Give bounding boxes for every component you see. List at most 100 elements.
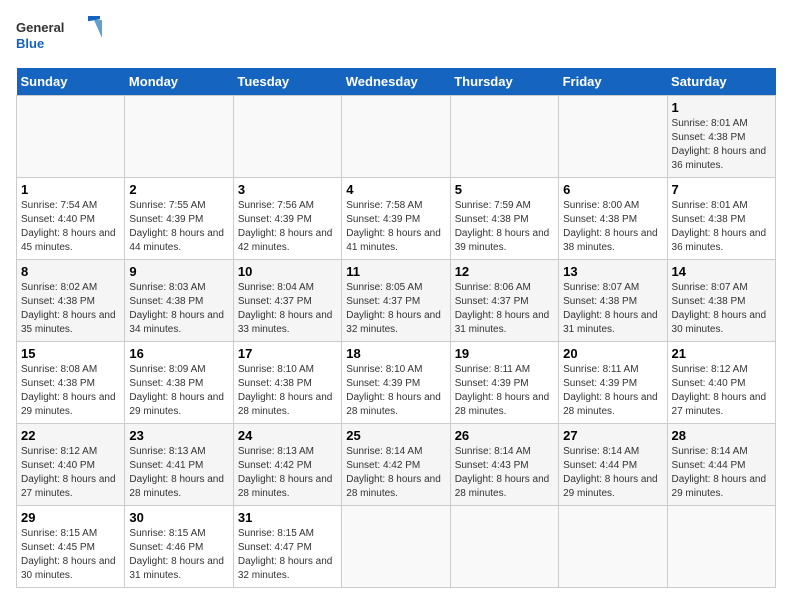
svg-text:Blue: Blue [16, 36, 44, 51]
calendar-cell [559, 96, 667, 178]
page-header: General Blue [16, 16, 776, 56]
calendar-cell: 14 Sunrise: 8:07 AMSunset: 4:38 PMDayligh… [667, 260, 775, 342]
calendar-cell: 15 Sunrise: 8:08 AMSunset: 4:38 PMDayligh… [17, 342, 125, 424]
day-header-friday: Friday [559, 68, 667, 96]
day-info: Sunrise: 8:00 AMSunset: 4:38 PMDaylight:… [563, 199, 662, 255]
calendar-cell: 16Sunrise: 8:09 AMSunset: 4:38 PMDayligh… [125, 342, 233, 424]
day-info: Sunrise: 8:09 AMSunset: 4:38 PMDaylight:… [129, 363, 228, 419]
calendar-cell: 12Sunrise: 8:06 AMSunset: 4:37 PMDayligh… [450, 260, 558, 342]
day-info: Sunrise: 8:08 AMSunset: 4:38 PMDaylight:… [21, 363, 120, 419]
calendar-cell: 29 Sunrise: 8:15 AMSunset: 4:45 PMDayligh… [17, 506, 125, 588]
calendar-cell: 18 Sunrise: 8:10 AMSunset: 4:39 PMDayligh… [342, 342, 450, 424]
day-number: 15 [21, 346, 120, 361]
calendar-cell: 20 Sunrise: 8:11 AMSunset: 4:39 PMDayligh… [559, 342, 667, 424]
day-number: 3 [238, 182, 337, 197]
day-info: Sunrise: 8:05 AMSunset: 4:37 PMDaylight:… [346, 281, 445, 337]
day-info: Sunrise: 8:01 AMSunset: 4:38 PMDaylight:… [672, 199, 771, 255]
day-number: 23 [129, 428, 228, 443]
day-number: 6 [563, 182, 662, 197]
day-number: 14 [672, 264, 771, 279]
calendar-cell: 11Sunrise: 8:05 AMSunset: 4:37 PMDayligh… [342, 260, 450, 342]
day-info: Sunrise: 8:06 AMSunset: 4:37 PMDaylight:… [455, 281, 554, 337]
day-info: Sunrise: 7:56 AMSunset: 4:39 PMDaylight:… [238, 199, 337, 255]
day-header-thursday: Thursday [450, 68, 558, 96]
day-info: Sunrise: 8:10 AMSunset: 4:39 PMDaylight:… [346, 363, 445, 419]
day-header-saturday: Saturday [667, 68, 775, 96]
day-info: Sunrise: 7:55 AMSunset: 4:39 PMDaylight:… [129, 199, 228, 255]
day-info: Sunrise: 8:04 AMSunset: 4:37 PMDaylight:… [238, 281, 337, 337]
days-header-row: SundayMondayTuesdayWednesdayThursdayFrid… [17, 68, 776, 96]
calendar-cell: 23 Sunrise: 8:13 AMSunset: 4:41 PMDayligh… [125, 424, 233, 506]
day-info: Sunrise: 8:07 AMSunset: 4:38 PMDaylight:… [672, 281, 771, 337]
calendar-cell [125, 96, 233, 178]
calendar-cell [667, 506, 775, 588]
day-number: 9 [129, 264, 228, 279]
day-number: 29 [21, 510, 120, 525]
calendar-cell: 28 Sunrise: 8:14 AMSunset: 4:44 PMDayligh… [667, 424, 775, 506]
logo-icon: General Blue [16, 16, 106, 56]
day-number: 31 [238, 510, 337, 525]
day-info: Sunrise: 8:14 AMSunset: 4:42 PMDaylight:… [346, 445, 445, 501]
day-info: Sunrise: 8:14 AMSunset: 4:44 PMDaylight:… [563, 445, 662, 501]
day-header-sunday: Sunday [17, 68, 125, 96]
day-number: 18 [346, 346, 445, 361]
day-number: 27 [563, 428, 662, 443]
calendar-cell: 3 Sunrise: 7:56 AMSunset: 4:39 PMDaylight… [233, 178, 341, 260]
day-number: 28 [672, 428, 771, 443]
day-header-tuesday: Tuesday [233, 68, 341, 96]
day-header-monday: Monday [125, 68, 233, 96]
day-info: Sunrise: 8:01 AMSunset: 4:38 PMDaylight:… [672, 117, 771, 173]
calendar-cell: 24Sunrise: 8:13 AMSunset: 4:42 PMDayligh… [233, 424, 341, 506]
calendar-cell: 27 Sunrise: 8:14 AMSunset: 4:44 PMDayligh… [559, 424, 667, 506]
calendar-cell: 9 Sunrise: 8:03 AMSunset: 4:38 PMDaylight… [125, 260, 233, 342]
calendar-cell: 8 Sunrise: 8:02 AMSunset: 4:38 PMDaylight… [17, 260, 125, 342]
day-info: Sunrise: 8:02 AMSunset: 4:38 PMDaylight:… [21, 281, 120, 337]
calendar-cell: 13Sunrise: 8:07 AMSunset: 4:38 PMDayligh… [559, 260, 667, 342]
day-info: Sunrise: 8:11 AMSunset: 4:39 PMDaylight:… [563, 363, 662, 419]
calendar-cell: 21 Sunrise: 8:12 AMSunset: 4:40 PMDayligh… [667, 342, 775, 424]
calendar-cell: 19Sunrise: 8:11 AMSunset: 4:39 PMDayligh… [450, 342, 558, 424]
day-info: Sunrise: 8:03 AMSunset: 4:38 PMDaylight:… [129, 281, 228, 337]
calendar-cell: 5 Sunrise: 7:59 AMSunset: 4:38 PMDaylight… [450, 178, 558, 260]
day-number: 22 [21, 428, 120, 443]
week-row-3: 8 Sunrise: 8:02 AMSunset: 4:38 PMDaylight… [17, 260, 776, 342]
day-number: 5 [455, 182, 554, 197]
day-info: Sunrise: 7:54 AMSunset: 4:40 PMDaylight:… [21, 199, 120, 255]
day-number: 24 [238, 428, 337, 443]
day-number: 20 [563, 346, 662, 361]
calendar-cell [450, 506, 558, 588]
day-info: Sunrise: 8:15 AMSunset: 4:46 PMDaylight:… [129, 527, 228, 583]
week-row-5: 22 Sunrise: 8:12 AMSunset: 4:40 PMDayligh… [17, 424, 776, 506]
calendar-cell: 25Sunrise: 8:14 AMSunset: 4:42 PMDayligh… [342, 424, 450, 506]
calendar-cell: 1Sunrise: 8:01 AMSunset: 4:38 PMDaylight… [667, 96, 775, 178]
day-number: 21 [672, 346, 771, 361]
day-number: 13 [563, 264, 662, 279]
calendar-cell: 2Sunrise: 7:55 AMSunset: 4:39 PMDaylight… [125, 178, 233, 260]
calendar-cell: 22 Sunrise: 8:12 AMSunset: 4:40 PMDayligh… [17, 424, 125, 506]
day-info: Sunrise: 8:10 AMSunset: 4:38 PMDaylight:… [238, 363, 337, 419]
day-info: Sunrise: 8:15 AMSunset: 4:45 PMDaylight:… [21, 527, 120, 583]
day-info: Sunrise: 7:59 AMSunset: 4:38 PMDaylight:… [455, 199, 554, 255]
calendar-body: 1 Sunrise: 8:01 AMSunset: 4:38 PMDaylight… [17, 96, 776, 588]
day-info: Sunrise: 8:14 AMSunset: 4:44 PMDaylight:… [672, 445, 771, 501]
calendar-table: SundayMondayTuesdayWednesdayThursdayFrid… [16, 68, 776, 588]
day-number: 4 [346, 182, 445, 197]
day-number: 19 [455, 346, 554, 361]
calendar-cell [17, 96, 125, 178]
calendar-cell: 6 Sunrise: 8:00 AMSunset: 4:38 PMDaylight… [559, 178, 667, 260]
day-number: 7 [672, 182, 771, 197]
week-row-2: 1 Sunrise: 7:54 AMSunset: 4:40 PMDaylight… [17, 178, 776, 260]
day-info: Sunrise: 8:12 AMSunset: 4:40 PMDaylight:… [672, 363, 771, 419]
day-number: 8 [21, 264, 120, 279]
day-number: 1 [21, 182, 120, 197]
calendar-cell: 1 Sunrise: 7:54 AMSunset: 4:40 PMDaylight… [17, 178, 125, 260]
logo: General Blue [16, 16, 106, 56]
calendar-cell: 31Sunrise: 8:15 AMSunset: 4:47 PMDayligh… [233, 506, 341, 588]
day-number: 17 [238, 346, 337, 361]
calendar-cell: 17 Sunrise: 8:10 AMSunset: 4:38 PMDayligh… [233, 342, 341, 424]
day-info: Sunrise: 8:13 AMSunset: 4:41 PMDaylight:… [129, 445, 228, 501]
calendar-cell: 7 Sunrise: 8:01 AMSunset: 4:38 PMDaylight… [667, 178, 775, 260]
day-header-wednesday: Wednesday [342, 68, 450, 96]
day-info: Sunrise: 8:12 AMSunset: 4:40 PMDaylight:… [21, 445, 120, 501]
calendar-cell [342, 506, 450, 588]
